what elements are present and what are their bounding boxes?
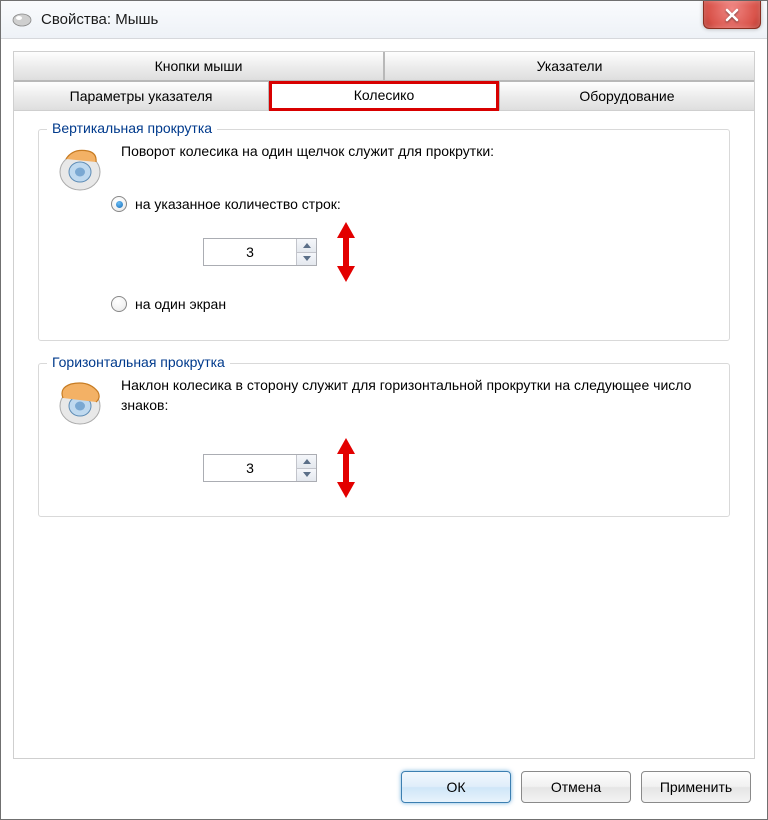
tab-wheel-highlight: Колесико bbox=[269, 81, 499, 111]
tab-row-1: Кнопки мыши Указатели bbox=[14, 52, 754, 81]
radio-screen-label: на один экран bbox=[135, 296, 226, 312]
dialog-window: Свойства: Мышь Кнопки мыши Указатели Пар… bbox=[0, 0, 768, 820]
ok-button[interactable]: ОК bbox=[401, 771, 511, 803]
red-arrow-icon bbox=[335, 222, 357, 282]
red-arrow-icon bbox=[335, 438, 357, 498]
radio-lines-row: на указанное количество строк: bbox=[111, 196, 715, 212]
radio-screen-row: на один экран bbox=[111, 296, 715, 312]
radio-lines[interactable] bbox=[111, 196, 127, 212]
close-button[interactable] bbox=[703, 1, 761, 29]
window-title: Свойства: Мышь bbox=[41, 11, 158, 28]
tab-container: Кнопки мыши Указатели Параметры указател… bbox=[13, 51, 755, 759]
horizontal-scroll-legend: Горизонтальная прокрутка bbox=[47, 354, 230, 370]
apply-button[interactable]: Применить bbox=[641, 771, 751, 803]
tab-hardware[interactable]: Оборудование bbox=[499, 81, 754, 111]
tab-pointers[interactable]: Указатели bbox=[384, 52, 754, 81]
mouse-icon bbox=[11, 12, 33, 28]
cancel-button[interactable]: Отмена bbox=[521, 771, 631, 803]
tab-pointer-options[interactable]: Параметры указателя bbox=[14, 81, 269, 111]
vertical-spin-down[interactable] bbox=[297, 253, 316, 266]
radio-lines-label: на указанное количество строк: bbox=[135, 196, 341, 212]
dialog-buttons: ОК Отмена Применить bbox=[13, 759, 755, 807]
horizontal-scroll-group: Горизонтальная прокрутка Наклон колеси bbox=[38, 363, 730, 517]
vertical-scroll-group: Вертикальная прокрутка Поворот колесик bbox=[38, 129, 730, 341]
titlebar: Свойства: Мышь bbox=[1, 1, 767, 39]
vertical-scroll-legend: Вертикальная прокрутка bbox=[47, 120, 217, 136]
horizontal-chars-value[interactable]: 3 bbox=[204, 455, 296, 481]
content-area: Кнопки мыши Указатели Параметры указател… bbox=[1, 39, 767, 819]
radio-screen[interactable] bbox=[111, 296, 127, 312]
vertical-lines-spinner: 3 bbox=[203, 238, 317, 266]
horizontal-spin-down[interactable] bbox=[297, 469, 316, 482]
tab-row-2: Параметры указателя Колесико Оборудовани… bbox=[14, 81, 754, 111]
tab-body: Вертикальная прокрутка Поворот колесик bbox=[14, 111, 754, 758]
vertical-spin-up[interactable] bbox=[297, 239, 316, 253]
vertical-lines-value[interactable]: 3 bbox=[204, 239, 296, 265]
vertical-description: Поворот колесика на один щелчок служит д… bbox=[121, 142, 715, 161]
horizontal-chars-spinner: 3 bbox=[203, 454, 317, 482]
wheel-vertical-icon bbox=[53, 142, 107, 196]
tab-wheel[interactable]: Колесико bbox=[272, 84, 496, 106]
horizontal-spin-up[interactable] bbox=[297, 455, 316, 469]
horizontal-description: Наклон колесика в сторону служит для гор… bbox=[121, 376, 715, 415]
wheel-horizontal-icon bbox=[53, 376, 107, 430]
tab-buttons[interactable]: Кнопки мыши bbox=[14, 52, 384, 81]
